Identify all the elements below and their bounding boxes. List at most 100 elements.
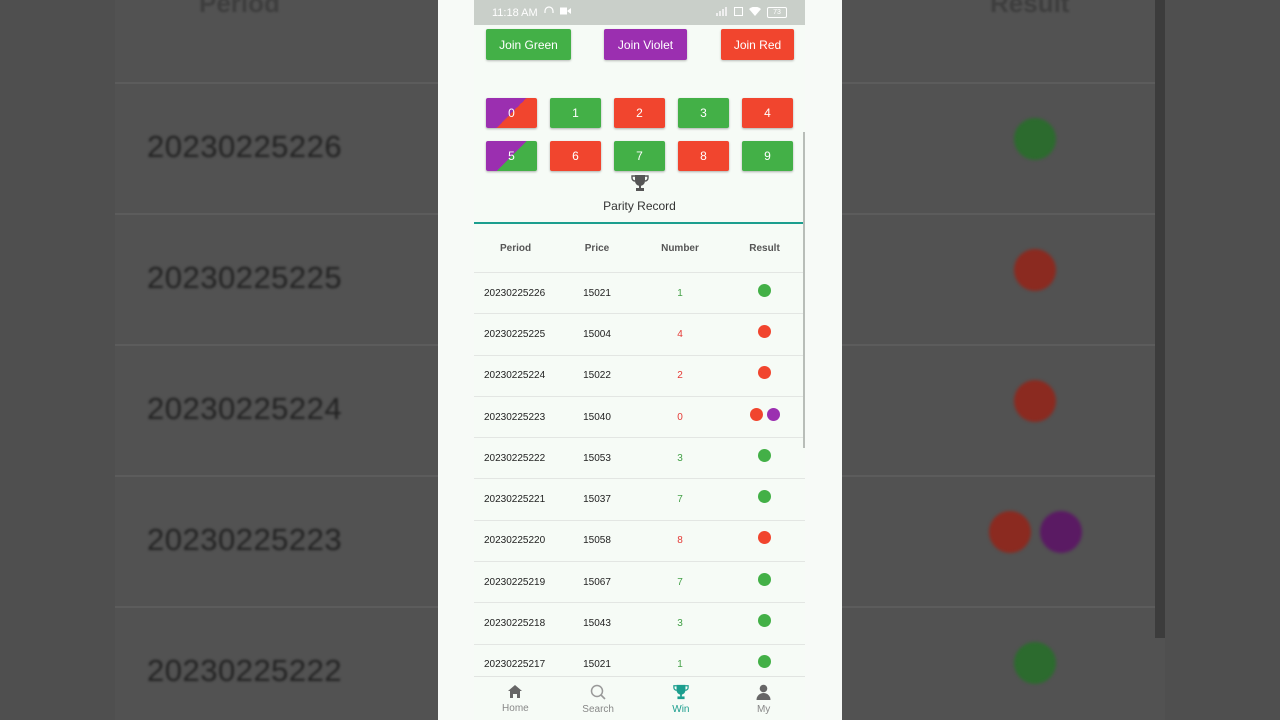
nav-item-home[interactable]: Home xyxy=(474,677,557,720)
battery-indicator: 73 xyxy=(767,7,787,18)
header-period: Period xyxy=(500,242,532,254)
header-price: Price xyxy=(584,242,610,254)
number-button-2[interactable]: 2 xyxy=(614,98,665,128)
cell-number: 7 xyxy=(677,494,683,506)
cell-period: 20230225219 xyxy=(484,576,546,588)
bg-result-dot xyxy=(1014,642,1056,684)
cell-number: 7 xyxy=(677,576,683,588)
number-button-3[interactable]: 3 xyxy=(678,98,729,128)
result-dot-red xyxy=(758,366,771,380)
result-dot-red xyxy=(758,324,771,338)
number-button-9[interactable]: 9 xyxy=(742,141,793,171)
number-button-0[interactable]: 0 xyxy=(486,98,537,128)
result-dot-green xyxy=(758,655,771,669)
nav-label: Win xyxy=(672,703,690,715)
cell-result xyxy=(724,283,805,297)
status-time: 11:18 AM xyxy=(492,6,538,19)
tab-label: Parity Record xyxy=(603,199,676,213)
cell-price: 15067 xyxy=(583,576,611,588)
bg-period-text: 20230225222 xyxy=(147,653,343,688)
cell-price: 15022 xyxy=(583,370,611,382)
cell-price: 15037 xyxy=(583,494,611,506)
phone-frame: 11:18 AM 73 Join Green Join Violet Join … xyxy=(438,0,842,720)
bg-header-period: Period xyxy=(199,0,280,18)
cell-price: 15004 xyxy=(583,328,611,340)
cell-number: 1 xyxy=(677,659,683,671)
cell-result xyxy=(724,531,805,545)
cell-result xyxy=(724,614,805,628)
nav-label: Search xyxy=(582,703,614,715)
app-screen: 11:18 AM 73 Join Green Join Violet Join … xyxy=(474,0,805,720)
cell-result xyxy=(724,655,805,669)
nav-label: My xyxy=(756,703,771,715)
number-button-8[interactable]: 8 xyxy=(678,141,729,171)
table-header: Period Price Number Result xyxy=(474,224,805,273)
headphones-icon xyxy=(544,6,554,19)
bg-period-text: 20230225224 xyxy=(147,391,343,426)
cell-result xyxy=(724,490,805,504)
cell-price: 15058 xyxy=(583,535,611,547)
bg-period-text: 20230225226 xyxy=(147,129,343,164)
table-row: 20230225220 15058 8 xyxy=(474,521,805,563)
join-violet-button[interactable]: Join Violet xyxy=(604,29,687,60)
home-icon xyxy=(507,684,523,703)
table-row: 20230225219 15067 7 xyxy=(474,562,805,604)
number-button-5[interactable]: 5 xyxy=(486,141,537,171)
table-row: 20230225224 15022 2 xyxy=(474,356,805,397)
nav-label: Home xyxy=(502,703,529,714)
cell-number: 3 xyxy=(677,452,683,464)
bg-result-dot xyxy=(1014,118,1056,160)
join-green-button[interactable]: Join Green xyxy=(486,29,571,60)
wifi-icon xyxy=(749,6,761,19)
bg-result-dot xyxy=(1040,511,1082,553)
scrollbar[interactable] xyxy=(803,132,805,448)
cell-number: 3 xyxy=(677,618,683,630)
header-result: Result xyxy=(749,242,780,254)
cell-period: 20230225226 xyxy=(484,287,546,299)
result-dot-green xyxy=(758,572,771,586)
nav-item-search[interactable]: Search xyxy=(557,677,640,720)
cell-price: 15040 xyxy=(583,411,611,423)
bg-header-result: Result xyxy=(990,0,1070,18)
number-button-4[interactable]: 4 xyxy=(742,98,793,128)
join-buttons-row: Join Green Join Violet Join Red xyxy=(474,29,805,61)
cell-result xyxy=(724,324,805,338)
cell-result xyxy=(724,448,805,462)
person-icon xyxy=(756,684,771,704)
table-row: 20230225218 15043 3 xyxy=(474,603,805,645)
number-button-1[interactable]: 1 xyxy=(550,98,601,128)
cell-period: 20230225223 xyxy=(484,411,546,423)
bg-result-dot xyxy=(1014,249,1056,291)
trophy-icon xyxy=(673,684,689,704)
join-red-button[interactable]: Join Red xyxy=(721,29,794,60)
cell-period: 20230225217 xyxy=(484,659,546,671)
table-row: 20230225225 15004 4 xyxy=(474,314,805,356)
table-row: 20230225221 15037 7 xyxy=(474,479,805,521)
tab-parity-record[interactable]: Parity Record xyxy=(474,168,805,224)
nav-item-win[interactable]: Win xyxy=(640,677,723,720)
cell-number: 2 xyxy=(677,370,683,382)
sim-icon xyxy=(734,6,743,19)
nav-item-my[interactable]: My xyxy=(722,677,805,720)
signal-icon xyxy=(716,6,728,19)
result-dot-red xyxy=(749,407,763,421)
cell-period: 20230225220 xyxy=(484,535,546,547)
cell-period: 20230225218 xyxy=(484,618,546,630)
bg-period-text: 20230225223 xyxy=(147,522,343,557)
number-button-7[interactable]: 7 xyxy=(614,141,665,171)
cell-period: 20230225224 xyxy=(484,370,546,382)
video-icon xyxy=(559,7,571,18)
table-body: 20230225226 15021 1 20230225225 15004 4 202302… xyxy=(474,273,805,686)
trophy-icon xyxy=(631,174,649,197)
cell-number: 1 xyxy=(677,287,683,299)
bg-period-text: 20230225225 xyxy=(147,260,343,295)
cell-number: 0 xyxy=(677,411,683,423)
search-icon xyxy=(590,684,606,704)
result-dot-green xyxy=(758,614,771,628)
parity-record-table: Period Price Number Result 20230225226 15… xyxy=(474,224,805,686)
number-button-6[interactable]: 6 xyxy=(550,141,601,171)
table-row: 20230225223 15040 0 xyxy=(474,397,805,439)
header-number: Number xyxy=(661,242,699,254)
result-dot-green xyxy=(758,490,771,504)
bottom-navigation: Home Search Win My xyxy=(474,676,805,720)
